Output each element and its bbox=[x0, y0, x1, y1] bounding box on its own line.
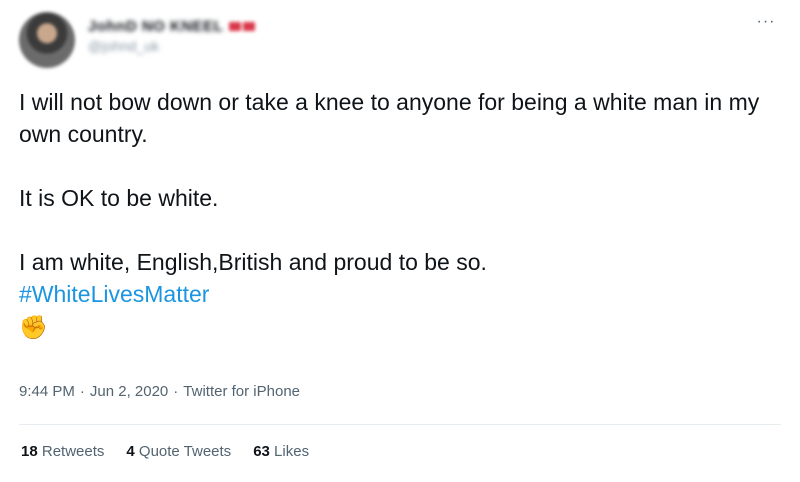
tweet-text: I will not bow down or take a knee to an… bbox=[19, 86, 779, 342]
tweet-paragraph: I will not bow down or take a knee to an… bbox=[19, 89, 760, 147]
tweet-stats: 18 Retweets 4 Quote Tweets 63 Likes bbox=[21, 443, 309, 460]
flag-emoji-icons bbox=[229, 21, 256, 31]
quote-tweets-stat[interactable]: 4 Quote Tweets bbox=[126, 443, 231, 460]
tweet-meta: 9:44 PM · Jun 2, 2020 · Twitter for iPho… bbox=[19, 383, 300, 400]
meta-separator: · bbox=[173, 383, 179, 400]
divider bbox=[19, 424, 781, 425]
flag-icon bbox=[229, 21, 242, 31]
more-options-icon[interactable]: ··· bbox=[754, 10, 778, 34]
author-handle[interactable]: @johnd_uk bbox=[88, 38, 159, 54]
author-name-line: JohnD NO KNEEL bbox=[88, 16, 256, 36]
tweet-source-link[interactable]: Twitter for iPhone bbox=[183, 383, 300, 400]
retweets-label: Retweets bbox=[41, 443, 105, 460]
tweet-time[interactable]: 9:44 PM bbox=[19, 383, 75, 400]
flag-icon bbox=[243, 21, 256, 31]
tweet-paragraph: I am white, English,British and proud to… bbox=[19, 249, 487, 275]
hashtag-link[interactable]: #WhiteLivesMatter bbox=[19, 281, 209, 307]
avatar[interactable] bbox=[19, 12, 75, 68]
tweet-card: JohnD NO KNEEL @johnd_uk ··· I will not … bbox=[0, 0, 800, 482]
tweet-paragraph: It is OK to be white. bbox=[19, 185, 219, 211]
likes-label: Likes bbox=[274, 443, 310, 460]
likes-stat[interactable]: 63 Likes bbox=[253, 443, 309, 460]
likes-count: 63 bbox=[253, 443, 270, 460]
tweet-date[interactable]: Jun 2, 2020 bbox=[90, 383, 168, 400]
retweets-count: 18 bbox=[21, 443, 38, 460]
quotes-count: 4 bbox=[126, 443, 135, 460]
quotes-label: Quote Tweets bbox=[138, 443, 232, 460]
raised-fist-icon: ✊ bbox=[19, 314, 48, 340]
retweets-stat[interactable]: 18 Retweets bbox=[21, 443, 104, 460]
author-display-name[interactable]: JohnD NO KNEEL bbox=[88, 18, 223, 35]
meta-separator: · bbox=[79, 383, 85, 400]
